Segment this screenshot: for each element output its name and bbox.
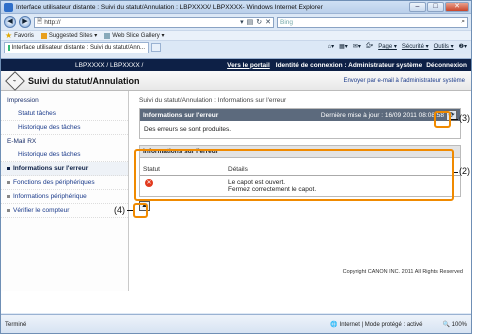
dropdown-icon[interactable]: ▾	[240, 18, 244, 26]
search-icon[interactable]: ⌕	[461, 18, 465, 26]
sidebar-item-device-info[interactable]: Informations périphérique	[1, 190, 128, 204]
status-text: Terminé	[5, 321, 27, 328]
window-controls: – □ ✕	[409, 2, 469, 12]
callout-line-2	[454, 172, 458, 173]
sidebar-group-email-rx[interactable]: E-Mail RX	[1, 135, 128, 148]
sidebar-item-device-features[interactable]: Fonctions des périphériques	[1, 176, 128, 190]
address-bar: ◀ ▶ 🖹 http:// ▾ ▤ ↻ ✕ Bing ⌕	[1, 14, 471, 30]
callout-label-2: (2)	[459, 166, 470, 176]
callout-label-4: (4)	[114, 205, 125, 215]
ie-icon	[4, 2, 13, 12]
error-message: Des erreurs se sont produites.	[140, 121, 460, 138]
star-icon: ★	[5, 31, 13, 40]
sidebar-item-job-status[interactable]: Statut tâches	[1, 107, 128, 121]
callout-line-3	[451, 119, 458, 120]
tab-favicon	[8, 45, 10, 51]
suggested-icon	[40, 32, 47, 39]
copyright: Copyright CANON INC. 2011 All Rights Res…	[342, 269, 463, 275]
title-bar: Interface utilisateur distante : Suivi d…	[1, 1, 471, 14]
sidebar: Impression Statut tâches Historique des …	[1, 91, 129, 291]
command-bar: ⌂▾ ▦▾ ✉▾ ⎙▾ Page ▾ Sécurité ▾ Outils ▾ ❷…	[327, 43, 467, 50]
tab-bar: Interface utilisateur distante : Suivi d…	[1, 41, 471, 54]
page-icon: 🖹	[37, 17, 43, 25]
sidebar-item-error-info[interactable]: Informations sur l'erreur	[1, 162, 128, 176]
maximize-button[interactable]: □	[427, 2, 444, 12]
portal-link[interactable]: Vers le portail	[227, 62, 270, 69]
sidebar-item-counter[interactable]: Vérifier le compteur	[1, 204, 128, 218]
login-identity: Identité de connexion : Administrateur s…	[275, 61, 423, 69]
device-name: LBPXXXX / LBPXXXX /	[75, 61, 144, 69]
zoom-level[interactable]: 🔍 100%	[443, 321, 468, 328]
callout-box-top	[133, 203, 148, 218]
status-monitor-icon: ⌁	[5, 70, 25, 91]
sidebar-item-job-history[interactable]: Historique des tâches	[1, 121, 128, 135]
url-actions: ▾ ▤ ↻ ✕	[240, 18, 271, 26]
sidebar-item-email-history[interactable]: Historique des tâches	[1, 148, 128, 162]
print-icon[interactable]: ⎙▾	[366, 43, 373, 50]
slice-icon	[104, 32, 111, 39]
search-placeholder: Bing	[280, 18, 294, 26]
sidebar-group-print[interactable]: Impression	[1, 94, 128, 107]
last-update: Dernière mise à jour : 16/09 2011 08:08:…	[320, 111, 444, 119]
url-text: http://	[44, 18, 61, 26]
page-menu[interactable]: Page ▾	[378, 43, 397, 50]
browser-tab[interactable]: Interface utilisateur distante : Suivi d…	[4, 42, 149, 53]
forward-button[interactable]: ▶	[19, 16, 31, 28]
favorites-bar: ★ Favoris Suggested Sites ▾ Web Slice Gal…	[1, 30, 471, 41]
bullet-icon	[7, 166, 10, 170]
callout-label-3: (3)	[459, 113, 470, 123]
callout-line-4	[127, 210, 133, 211]
logout-link[interactable]: Déconnexion	[426, 62, 467, 69]
home-icon[interactable]: ⌂▾	[327, 43, 334, 50]
window-title: Interface utilisateur distante : Suivi d…	[16, 3, 323, 11]
feeds-icon[interactable]: ▦▾	[339, 43, 348, 50]
suggested-sites-link[interactable]: Suggested Sites ▾	[40, 32, 97, 39]
search-field[interactable]: Bing ⌕	[277, 16, 468, 28]
security-zone: 🌐 Internet | Mode protégé : activé	[330, 322, 423, 328]
web-slice-gallery-link[interactable]: Web Slice Gallery ▾	[104, 32, 164, 39]
email-admin-link[interactable]: Envoyer par e-mail à l'administrateur sy…	[343, 78, 465, 84]
mail-icon[interactable]: ✉▾	[353, 43, 361, 50]
callout-box-refresh	[434, 111, 451, 128]
callout-box-info	[134, 149, 454, 201]
page-title: Suivi du statut/Annulation	[28, 75, 140, 86]
back-button[interactable]: ◀	[4, 16, 16, 28]
minimize-button[interactable]: –	[409, 2, 426, 12]
tools-menu[interactable]: Outils ▾	[434, 43, 454, 50]
favorites-button[interactable]: ★ Favoris	[5, 31, 34, 40]
error-panel: Informations sur l'erreur Dernière mise …	[139, 108, 461, 139]
url-field[interactable]: 🖹 http:// ▾ ▤ ↻ ✕	[34, 16, 274, 28]
bullet-icon	[7, 208, 10, 212]
error-panel-title: Informations sur l'erreur	[143, 111, 219, 119]
status-bar: Terminé 🌐 Internet | Mode protégé : acti…	[1, 314, 471, 333]
bullet-icon	[7, 194, 10, 198]
close-button[interactable]: ✕	[445, 2, 469, 12]
bullet-icon	[7, 180, 10, 184]
help-menu[interactable]: ❷▾	[459, 43, 467, 50]
stop-icon[interactable]: ✕	[265, 18, 271, 26]
security-menu[interactable]: Sécurité ▾	[402, 43, 429, 50]
header-bar: LBPXXXX / LBPXXXX / Vers le portail Iden…	[1, 59, 471, 71]
compat-icon[interactable]: ▤	[247, 18, 254, 26]
page-header: ⌁ Suivi du statut/Annulation Envoyer par…	[1, 70, 471, 91]
breadcrumb: Suivi du statut/Annulation : Information…	[139, 97, 287, 104]
error-panel-header: Informations sur l'erreur Dernière mise …	[140, 109, 460, 121]
new-tab-button[interactable]	[151, 43, 161, 52]
refresh-icon[interactable]: ↻	[256, 18, 262, 26]
